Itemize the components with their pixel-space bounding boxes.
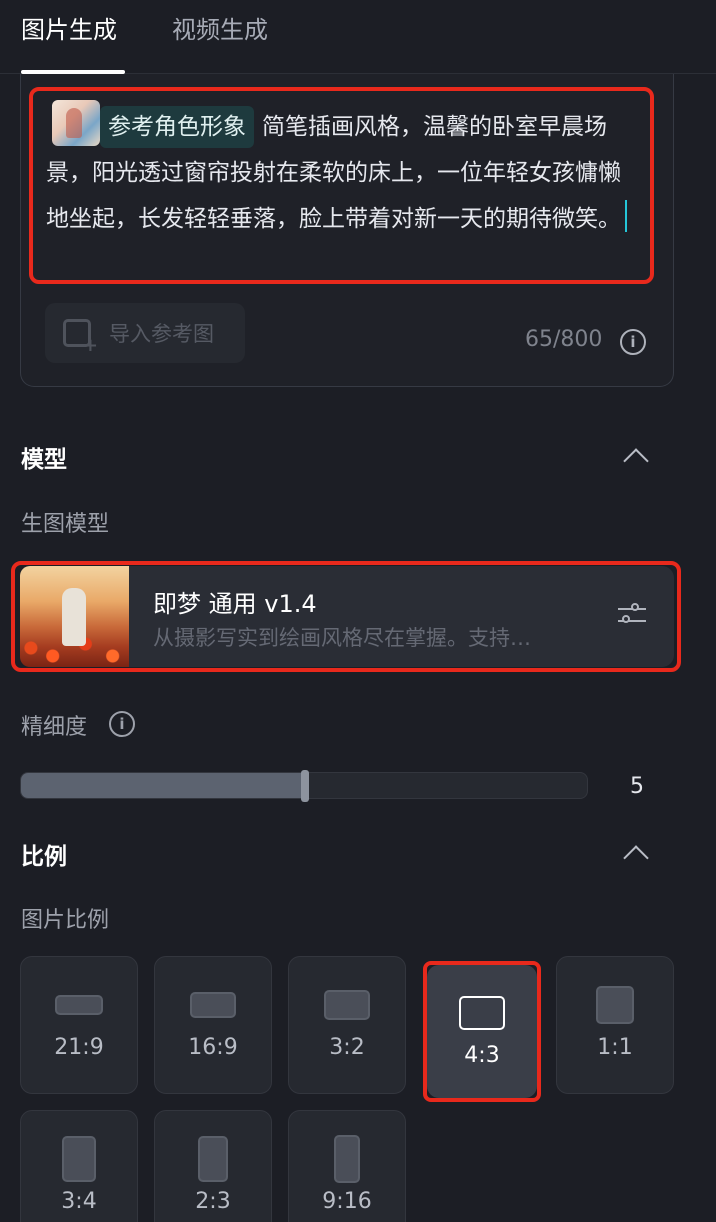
import-reference-button[interactable]: 导入参考图: [45, 303, 245, 363]
model-highlight-box: [11, 561, 681, 672]
character-counter: 65/800: [525, 327, 603, 352]
info-icon[interactable]: i: [109, 711, 135, 737]
detail-value: 5: [630, 774, 644, 799]
ratio-option-21-9[interactable]: 21:9: [20, 956, 138, 1094]
image-model-label: 生图模型: [21, 512, 110, 537]
ratio-option-16-9[interactable]: 16:9: [154, 956, 272, 1094]
ratio-highlight-box: [423, 961, 541, 1102]
ratio-option-3-4[interactable]: 3:4: [20, 1110, 138, 1222]
import-reference-label: 导入参考图: [109, 322, 214, 346]
ratio-label: 3:4: [61, 1189, 97, 1214]
ratio-option-3-2[interactable]: 3:2: [288, 956, 406, 1094]
ratio-option-1-1[interactable]: 1:1: [556, 956, 674, 1094]
ratio-option-2-3[interactable]: 2:3: [154, 1110, 272, 1222]
chevron-up-icon[interactable]: [623, 845, 649, 871]
ratio-shape-icon: [324, 990, 370, 1020]
tab-bar: 图片生成 视频生成: [0, 0, 716, 74]
chevron-up-icon[interactable]: [623, 448, 649, 474]
tab-image-generation[interactable]: 图片生成: [21, 14, 117, 54]
ratio-shape-icon: [198, 1136, 228, 1182]
detail-slider-fill: [21, 773, 304, 798]
ratio-label: 9:16: [322, 1189, 372, 1214]
ratio-section-title: 比例: [21, 844, 67, 870]
ratio-option-9-16[interactable]: 9:16: [288, 1110, 406, 1222]
add-image-icon: [63, 319, 98, 356]
ratio-label: 3:2: [329, 1035, 365, 1060]
ratio-label: 1:1: [597, 1035, 633, 1060]
ratio-shape-icon: [55, 995, 103, 1015]
info-icon[interactable]: i: [620, 329, 646, 355]
ratio-shape-icon: [62, 1136, 96, 1182]
detail-slider-handle[interactable]: [301, 770, 309, 802]
model-section-title: 模型: [21, 447, 67, 473]
ratio-label: 16:9: [188, 1035, 238, 1060]
ratio-shape-icon: [596, 986, 634, 1024]
image-ratio-label: 图片比例: [21, 908, 110, 933]
ratio-shape-icon: [334, 1135, 360, 1183]
prompt-highlight-box: [29, 87, 654, 284]
ratio-label: 21:9: [54, 1035, 104, 1060]
tab-video-generation[interactable]: 视频生成: [172, 14, 268, 54]
detail-label: 精细度: [21, 715, 88, 740]
ratio-shape-icon: [190, 992, 236, 1018]
ratio-label: 2:3: [195, 1189, 231, 1214]
